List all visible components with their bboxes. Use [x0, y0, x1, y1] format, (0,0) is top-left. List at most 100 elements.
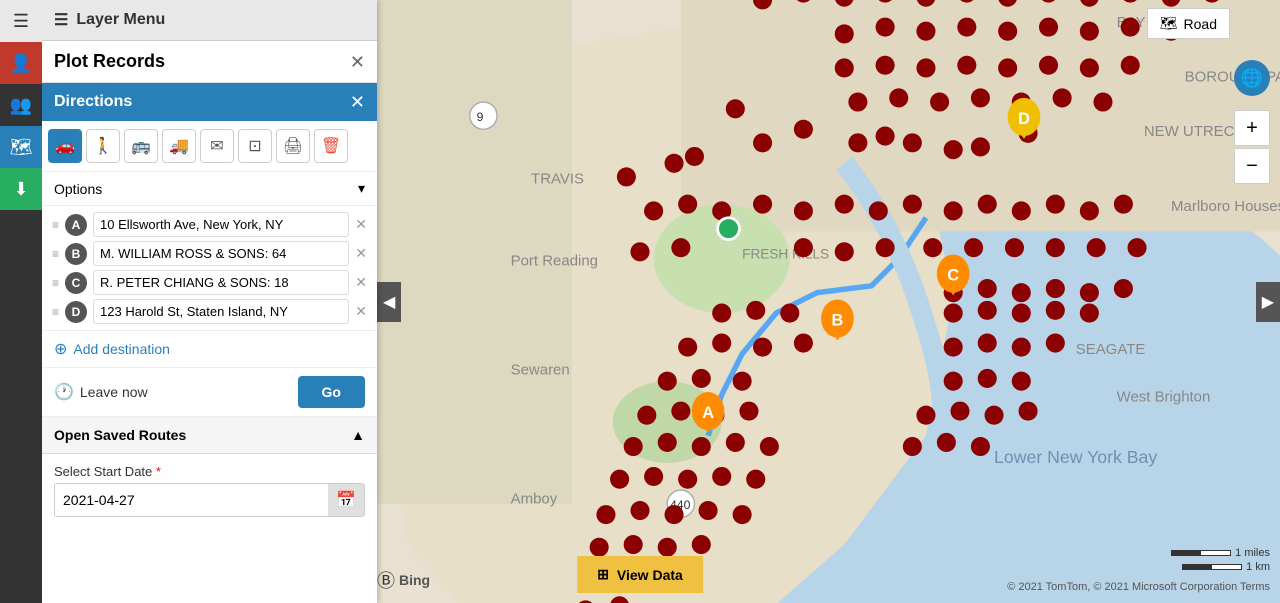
waypoint-b-remove-button[interactable]: ✕: [355, 245, 367, 262]
globe-button[interactable]: 🌐: [1234, 60, 1270, 96]
sidebar-icon-person[interactable]: 👤: [0, 42, 42, 84]
download-icon: ⬇: [13, 179, 28, 200]
road-label: Road: [1184, 16, 1217, 32]
go-button[interactable]: Go: [298, 376, 365, 408]
saved-routes-chevron-icon: ▲: [351, 427, 365, 443]
waypoint-d-input[interactable]: [93, 299, 349, 324]
layer-menu-header: ☰ Layer Menu: [42, 0, 377, 41]
svg-text:A: A: [702, 404, 714, 422]
svg-text:9: 9: [477, 110, 484, 124]
start-date-label: Select Start Date *: [54, 464, 365, 479]
transport-walk-button[interactable]: 🚶: [86, 129, 120, 163]
scale-miles: 1 miles: [1235, 547, 1270, 559]
person-icon: 👤: [10, 53, 32, 74]
road-view-button[interactable]: 🗺 Road: [1147, 8, 1230, 39]
copyright-label: © 2021 TomTom, © 2021 Microsoft Corporat…: [1007, 581, 1270, 593]
waypoint-b-handle[interactable]: ≡: [52, 247, 59, 261]
options-row[interactable]: Options ▾: [42, 172, 377, 206]
transport-row: 🚗 🚶 🚌 🚚 ✉ ⊡ 🖨 🗑: [42, 121, 377, 172]
table-icon: ⊞: [597, 566, 609, 583]
layer-menu-icon: ☰: [54, 10, 68, 30]
svg-text:C: C: [947, 266, 959, 284]
transport-print-button[interactable]: 🖨: [276, 129, 310, 163]
globe-icon: 🌐: [1241, 68, 1263, 89]
zoom-out-button[interactable]: −: [1234, 148, 1270, 184]
zoom-controls: + −: [1234, 110, 1270, 184]
add-destination-row[interactable]: ⊕ Add destination: [42, 331, 377, 368]
start-date-label-text: Select Start Date: [54, 464, 152, 479]
bing-icon: Ⓑ: [377, 567, 395, 593]
transport-delete-button[interactable]: 🗑: [314, 129, 348, 163]
copyright-text: © 2021 TomTom, © 2021 Microsoft Corporat…: [1007, 581, 1270, 593]
svg-text:Marlboro Houses: Marlboro Houses: [1171, 198, 1280, 215]
waypoint-c-handle[interactable]: ≡: [52, 276, 59, 290]
waypoint-a-label: A: [65, 214, 87, 236]
svg-text:West Brighton: West Brighton: [1117, 389, 1211, 406]
map-collapse-left-button[interactable]: ◀: [377, 282, 401, 322]
waypoint-d-handle[interactable]: ≡: [52, 305, 59, 319]
transport-share-button[interactable]: ⊡: [238, 129, 272, 163]
zoom-in-button[interactable]: +: [1234, 110, 1270, 146]
view-data-button[interactable]: ⊞ View Data: [577, 556, 703, 593]
options-chevron-icon: ▾: [358, 180, 365, 197]
sidebar-icon-layers[interactable]: ☰: [0, 0, 42, 42]
add-destination-icon: ⊕: [54, 339, 67, 359]
transport-transit-button[interactable]: 🚌: [124, 129, 158, 163]
sidebar-icon-users[interactable]: 👥: [0, 84, 42, 126]
waypoint-d-row: ≡ D ✕: [52, 299, 367, 324]
svg-text:SEAGATE: SEAGATE: [1076, 341, 1146, 358]
svg-text:Sewaren: Sewaren: [511, 361, 570, 378]
waypoint-c-input[interactable]: [93, 270, 349, 295]
bing-logo: Ⓑ Bing: [377, 567, 430, 593]
waypoint-c-remove-button[interactable]: ✕: [355, 274, 367, 291]
sidebar-icon-map[interactable]: 🗺: [0, 126, 42, 168]
waypoint-a-remove-button[interactable]: ✕: [355, 216, 367, 233]
map-collapse-right-button[interactable]: ▶: [1256, 282, 1280, 322]
layers-icon: ☰: [13, 11, 29, 32]
transport-truck-button[interactable]: 🚚: [162, 129, 196, 163]
leave-now-row: 🕐 Leave now Go: [42, 368, 377, 417]
date-input[interactable]: [55, 486, 328, 514]
svg-text:Amboy: Amboy: [511, 491, 558, 508]
leave-now-left: 🕐 Leave now: [54, 382, 148, 402]
transport-email-button[interactable]: ✉: [200, 129, 234, 163]
saved-routes-header[interactable]: Open Saved Routes ▲: [42, 417, 377, 454]
map-icon: 🗺: [10, 137, 33, 158]
sidebar-icon-download[interactable]: ⬇: [0, 168, 42, 210]
bing-label: Bing: [399, 572, 430, 588]
clock-icon: 🕐: [54, 382, 74, 402]
waypoint-a-input[interactable]: [93, 212, 349, 237]
waypoint-c-label: C: [65, 272, 87, 294]
directions-close-button[interactable]: ✕: [350, 93, 365, 111]
transport-car-button[interactable]: 🚗: [48, 129, 82, 163]
svg-text:B: B: [832, 311, 844, 329]
directions-header: Directions ✕: [42, 83, 377, 121]
waypoint-b-row: ≡ B ✕: [52, 241, 367, 266]
plot-records-label: Plot Records: [54, 51, 165, 72]
directions-title: Directions: [54, 93, 132, 111]
waypoint-b-input[interactable]: [93, 241, 349, 266]
saved-routes-label: Open Saved Routes: [54, 427, 186, 443]
waypoint-a-handle[interactable]: ≡: [52, 218, 59, 232]
waypoint-a-row: ≡ A ✕: [52, 212, 367, 237]
view-data-label: View Data: [617, 567, 683, 583]
required-asterisk: *: [156, 464, 161, 479]
add-destination-label: Add destination: [73, 341, 170, 357]
users-icon: 👥: [10, 95, 32, 116]
svg-text:Linden: Linden: [511, 0, 556, 4]
svg-text:Lower New York Bay: Lower New York Bay: [994, 447, 1157, 467]
sidebar: ☰ 👤 👥 🗺 ⬇: [0, 0, 42, 603]
svg-text:D: D: [1018, 110, 1030, 128]
waypoint-b-label: B: [65, 243, 87, 265]
scale-km: 1 km: [1246, 561, 1270, 573]
svg-text:FRESH KILLS: FRESH KILLS: [742, 247, 829, 262]
scale-bar: 1 miles 1 km: [1171, 547, 1270, 573]
leave-now-label[interactable]: Leave now: [80, 384, 148, 400]
calendar-button[interactable]: 📅: [328, 484, 364, 516]
start-date-section: Select Start Date * 📅: [42, 454, 377, 527]
panel: ☰ Layer Menu Plot Records ✕ Directions ✕…: [42, 0, 377, 603]
layer-menu-title: Layer Menu: [76, 11, 165, 29]
waypoint-c-row: ≡ C ✕: [52, 270, 367, 295]
waypoint-d-remove-button[interactable]: ✕: [355, 303, 367, 320]
plot-records-close-button[interactable]: ✕: [350, 53, 365, 71]
